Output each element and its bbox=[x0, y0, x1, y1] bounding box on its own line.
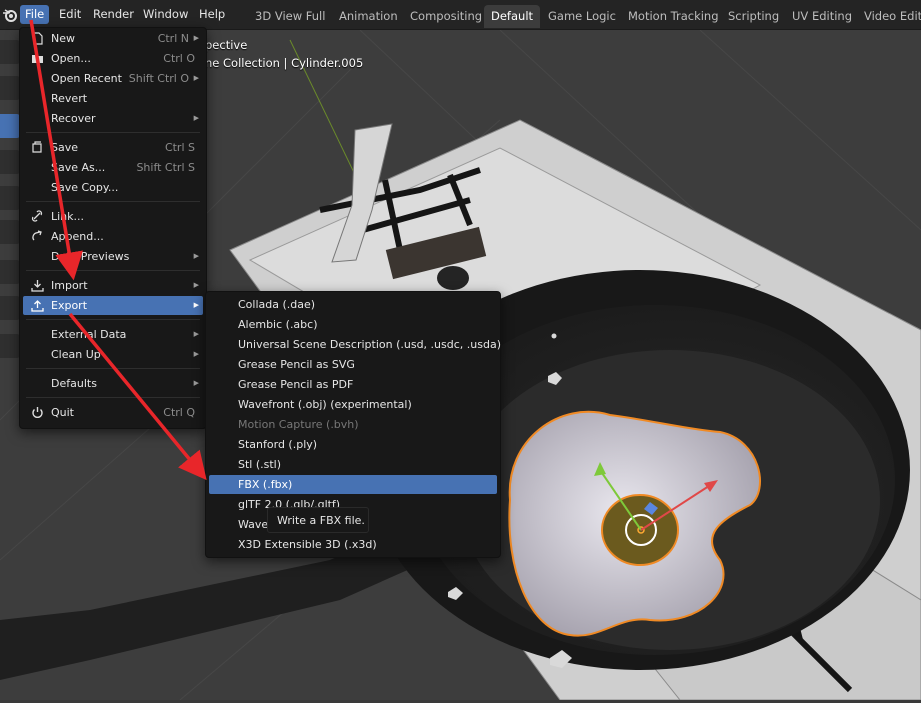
file-menu-open-recent[interactable]: Open Recent Shift Ctrl O ▶ bbox=[23, 69, 203, 88]
file-menu-import[interactable]: Import ▶ bbox=[23, 276, 203, 295]
blender-logo-icon[interactable] bbox=[2, 7, 18, 26]
file-menu-append[interactable]: Append... bbox=[23, 227, 203, 246]
cursor-tool-button[interactable] bbox=[0, 76, 20, 100]
submenu-arrow-icon: ▶ bbox=[193, 350, 199, 358]
export-x3d[interactable]: X3D Extensible 3D (.x3d) bbox=[209, 535, 497, 554]
tooltip-text: Write a FBX file. bbox=[277, 514, 365, 527]
menu-help[interactable]: Help bbox=[194, 5, 230, 24]
file-menu-link[interactable]: Link... bbox=[23, 207, 203, 226]
tab-motion-tracking[interactable]: Motion Tracking bbox=[621, 5, 726, 28]
rotate-tool-button[interactable] bbox=[0, 150, 20, 174]
export-icon bbox=[30, 298, 45, 313]
tab-compositing[interactable]: Compositing bbox=[403, 5, 489, 28]
file-menu-clean-up[interactable]: Clean Up ▶ bbox=[23, 345, 203, 364]
tab-video-editing[interactable]: Video Editi bbox=[857, 5, 921, 28]
file-menu-open[interactable]: Open... Ctrl O bbox=[23, 49, 203, 68]
submenu-arrow-icon: ▶ bbox=[193, 252, 199, 260]
menu-file[interactable]: File bbox=[20, 5, 50, 24]
import-icon bbox=[30, 278, 45, 293]
move-tool-button[interactable] bbox=[0, 114, 20, 138]
menu-separator bbox=[26, 132, 200, 133]
file-menu-save-copy[interactable]: Save Copy... bbox=[23, 178, 203, 197]
submenu-arrow-icon: ▶ bbox=[193, 114, 199, 122]
submenu-arrow-icon: ▶ bbox=[193, 330, 199, 338]
menu-window[interactable]: Window bbox=[138, 5, 193, 24]
export-collada[interactable]: Collada (.dae) bbox=[209, 295, 497, 314]
new-file-icon bbox=[30, 31, 45, 46]
tab-uv-editing[interactable]: UV Editing bbox=[785, 5, 859, 28]
export-fbx[interactable]: FBX (.fbx) bbox=[209, 475, 497, 494]
file-menu-quit[interactable]: Quit Ctrl Q bbox=[23, 403, 203, 422]
collection-info-label: ne Collection | Cylinder.005 bbox=[205, 56, 364, 70]
export-grease-pencil-svg[interactable]: Grease Pencil as SVG bbox=[209, 355, 497, 374]
folder-icon bbox=[30, 51, 45, 66]
file-menu-recover[interactable]: Recover ▶ bbox=[23, 109, 203, 128]
export-usd[interactable]: Universal Scene Description (.usd, .usdc… bbox=[209, 335, 501, 354]
submenu-arrow-icon: ▶ bbox=[193, 281, 199, 289]
append-icon bbox=[30, 229, 45, 244]
menu-separator bbox=[26, 397, 200, 398]
power-icon bbox=[30, 405, 45, 420]
tab-scripting[interactable]: Scripting bbox=[721, 5, 786, 28]
transform-tool-button[interactable] bbox=[0, 220, 20, 244]
file-menu-save-as[interactable]: Save As... Shift Ctrl S bbox=[23, 158, 203, 177]
submenu-arrow-icon: ▶ bbox=[193, 34, 199, 42]
file-menu: New Ctrl N ▶ Open... Ctrl O Open Recent … bbox=[19, 27, 207, 429]
export-motion-capture-bvh[interactable]: Motion Capture (.bvh) bbox=[209, 415, 497, 434]
export-alembic[interactable]: Alembic (.abc) bbox=[209, 315, 497, 334]
export-stanford-ply[interactable]: Stanford (.ply) bbox=[209, 435, 497, 454]
scale-tool-button[interactable] bbox=[0, 186, 20, 210]
tooltip: Write a FBX file. bbox=[267, 507, 369, 533]
file-menu-new[interactable]: New Ctrl N ▶ bbox=[23, 29, 203, 48]
export-stl[interactable]: Stl (.stl) bbox=[209, 455, 497, 474]
submenu-arrow-icon: ▶ bbox=[193, 74, 199, 82]
tab-animation[interactable]: Animation bbox=[332, 5, 405, 28]
submenu-arrow-icon: ▶ bbox=[193, 301, 199, 309]
menu-render[interactable]: Render bbox=[88, 5, 139, 24]
select-tool-button[interactable] bbox=[0, 40, 20, 64]
annotate-tool-button[interactable] bbox=[0, 260, 20, 284]
menu-separator bbox=[26, 319, 200, 320]
export-wavefront-obj[interactable]: Wavefront (.obj) (experimental) bbox=[209, 395, 497, 414]
measure-tool-button[interactable] bbox=[0, 296, 20, 320]
file-menu-export[interactable]: Export ▶ bbox=[23, 296, 203, 315]
file-menu-revert[interactable]: Revert bbox=[23, 89, 203, 108]
file-menu-save[interactable]: Save Ctrl S bbox=[23, 138, 203, 157]
tab-3d-view-full[interactable]: 3D View Full bbox=[248, 5, 332, 28]
export-grease-pencil-pdf[interactable]: Grease Pencil as PDF bbox=[209, 375, 497, 394]
tool-shelf bbox=[0, 32, 20, 362]
view-name-label: pective bbox=[205, 38, 248, 52]
submenu-arrow-icon: ▶ bbox=[193, 379, 199, 387]
save-icon bbox=[30, 140, 45, 155]
tab-game-logic[interactable]: Game Logic bbox=[541, 5, 623, 28]
tab-default[interactable]: Default bbox=[484, 5, 541, 28]
link-icon bbox=[30, 209, 45, 224]
menu-edit[interactable]: Edit bbox=[54, 5, 86, 24]
menu-separator bbox=[26, 368, 200, 369]
add-cube-tool-button[interactable] bbox=[0, 334, 20, 358]
file-menu-data-previews[interactable]: Data Previews ▶ bbox=[23, 247, 203, 266]
menu-separator bbox=[26, 201, 200, 202]
menu-separator bbox=[26, 270, 200, 271]
file-menu-defaults[interactable]: Defaults ▶ bbox=[23, 374, 203, 393]
file-menu-external-data[interactable]: External Data ▶ bbox=[23, 325, 203, 344]
top-bar: File Edit Render Window Help 3D View Ful… bbox=[0, 0, 921, 30]
